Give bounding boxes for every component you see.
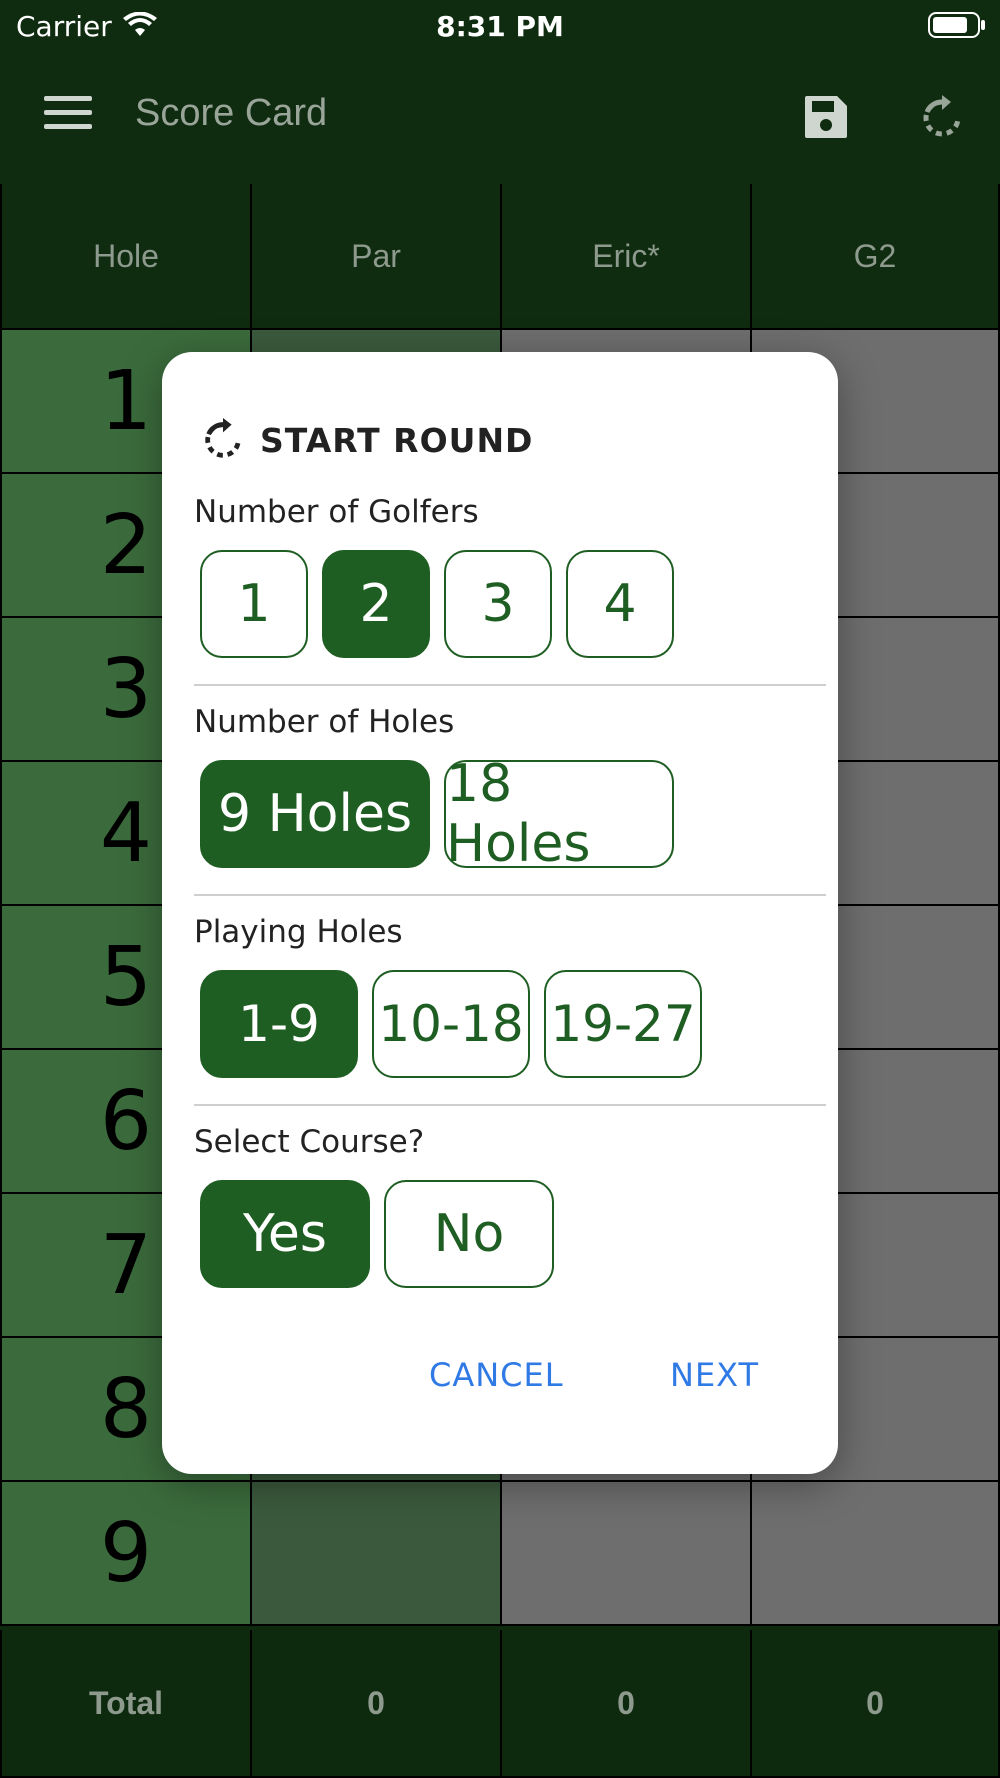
- status-bar: Carrier 8:31 PM: [0, 0, 1000, 52]
- holes-options: 9 Holes 18 Holes: [200, 754, 688, 874]
- header-player-1[interactable]: Eric*: [500, 184, 750, 330]
- dialog-header: START ROUND: [200, 414, 533, 466]
- start-round-dialog: START ROUND Number of Golfers 1234 Numbe…: [162, 352, 838, 1474]
- status-time: 8:31 PM: [436, 10, 564, 43]
- golfers-option-1[interactable]: 1: [200, 550, 308, 658]
- golfers-option-4[interactable]: 4: [566, 550, 674, 658]
- playing-holes-option-10-18[interactable]: 10-18: [372, 970, 530, 1078]
- select-course-label: Select Course?: [194, 1124, 425, 1160]
- course-option-yes[interactable]: Yes: [200, 1180, 370, 1288]
- playing-holes-option-1-9[interactable]: 1-9: [200, 970, 358, 1078]
- next-button[interactable]: NEXT: [670, 1356, 759, 1394]
- holes-label: Number of Holes: [194, 704, 455, 740]
- holes-option-9-holes[interactable]: 9 Holes: [200, 760, 430, 868]
- dialog-title: START ROUND: [260, 420, 534, 460]
- golfers-option-2[interactable]: 2: [322, 550, 430, 658]
- playing-holes-options: 1-9 10-18 19-27: [200, 970, 716, 1078]
- total-par: 0: [250, 1630, 500, 1778]
- battery-icon: [928, 12, 985, 38]
- menu-icon[interactable]: [44, 96, 92, 136]
- select-course-options: Yes No: [200, 1180, 568, 1288]
- playing-holes-option-19-27[interactable]: 19-27: [544, 970, 702, 1078]
- golfers-options: 1234: [200, 550, 688, 658]
- playing-holes-label: Playing Holes: [194, 914, 403, 950]
- cancel-button[interactable]: CANCEL: [429, 1356, 564, 1394]
- header-player-2[interactable]: G2: [750, 184, 1000, 330]
- divider: [194, 894, 826, 896]
- table-header-row: Hole Par Eric* G2: [0, 184, 1000, 330]
- save-icon[interactable]: [803, 94, 849, 140]
- total-label: Total: [0, 1630, 250, 1778]
- divider: [194, 684, 826, 686]
- total-player-2: 0: [750, 1630, 1000, 1778]
- app-title: Score Card: [135, 92, 328, 134]
- dialog-actions: CANCEL NEXT: [162, 1356, 838, 1406]
- refresh-icon[interactable]: [918, 94, 966, 142]
- header-par: Par: [250, 184, 500, 330]
- player-1-score-cell[interactable]: [500, 1482, 750, 1626]
- header-hole: Hole: [0, 184, 250, 330]
- golfers-option-3[interactable]: 3: [444, 550, 552, 658]
- divider: [194, 1104, 826, 1106]
- course-option-no[interactable]: No: [384, 1180, 554, 1288]
- hole-number: 9: [0, 1482, 250, 1626]
- app-bar: Score Card: [0, 52, 1000, 184]
- table-row: 9: [0, 1482, 1000, 1626]
- refresh-icon: [205, 417, 241, 458]
- par-cell[interactable]: [250, 1482, 500, 1626]
- total-player-1: 0: [500, 1630, 750, 1778]
- total-row: Total 0 0 0: [0, 1630, 1000, 1778]
- player-2-score-cell[interactable]: [750, 1482, 1000, 1626]
- golfers-label: Number of Golfers: [194, 494, 479, 530]
- holes-option-18-holes[interactable]: 18 Holes: [444, 754, 674, 874]
